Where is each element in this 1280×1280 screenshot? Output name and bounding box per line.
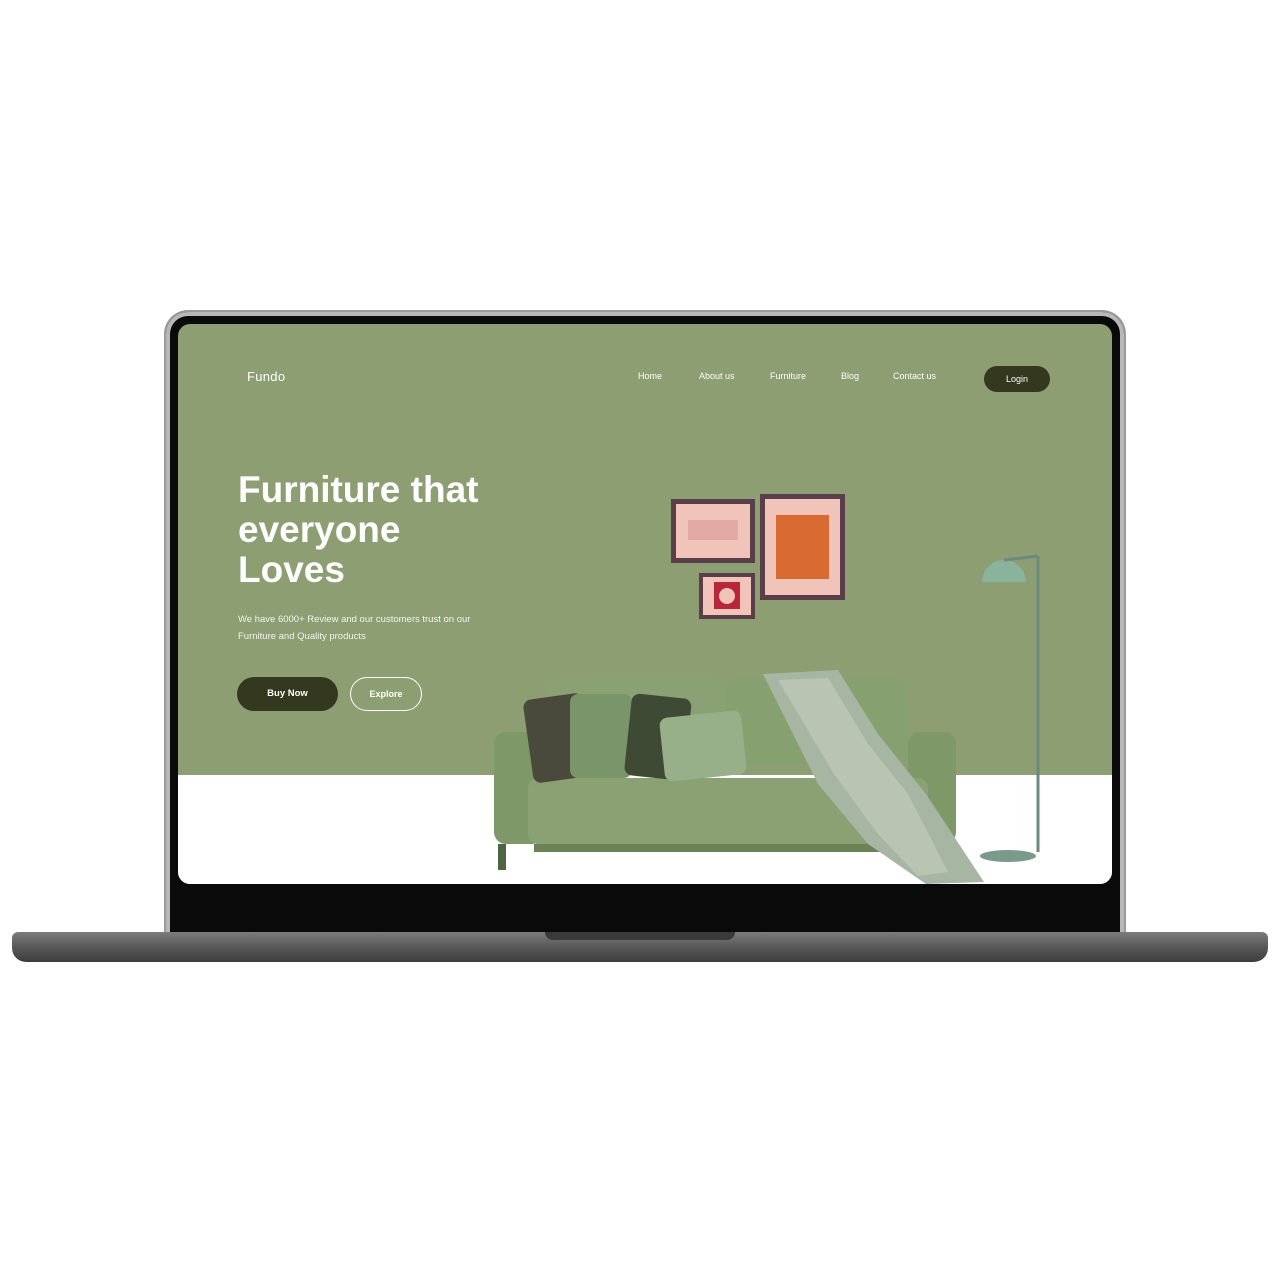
buy-now-button[interactable]: Buy Now [237, 677, 338, 711]
nav-contact-us[interactable]: Contact us [893, 371, 936, 381]
hero-subtitle: We have 6000+ Review and our customers t… [238, 611, 548, 645]
nav-blog[interactable]: Blog [841, 371, 859, 381]
laptop-notch [545, 932, 735, 940]
hero-title-line-3: Loves [238, 549, 345, 590]
login-button[interactable]: Login [984, 366, 1050, 392]
floor-lamp [980, 554, 1040, 862]
hero-title-line-2: everyone [238, 509, 401, 550]
nav-furniture[interactable]: Furniture [770, 371, 806, 381]
hero-subtitle-line-2: Furniture and Quality products [238, 631, 366, 642]
hero-title-line-1: Furniture that [238, 469, 479, 510]
nav-home[interactable]: Home [638, 371, 662, 381]
brand-logo[interactable]: Fundo [247, 369, 285, 384]
hero-subtitle-line-1: We have 6000+ Review and our customers t… [238, 614, 471, 625]
hero-illustration [494, 494, 1040, 884]
sofa [494, 670, 984, 884]
website-screen: Fundo Home About us Furniture Blog Conta… [178, 324, 1112, 884]
nav-about-us[interactable]: About us [699, 371, 735, 381]
explore-button[interactable]: Explore [350, 677, 422, 711]
wall-frames [671, 494, 845, 619]
hero-title: Furniture that everyone Loves [238, 470, 558, 590]
